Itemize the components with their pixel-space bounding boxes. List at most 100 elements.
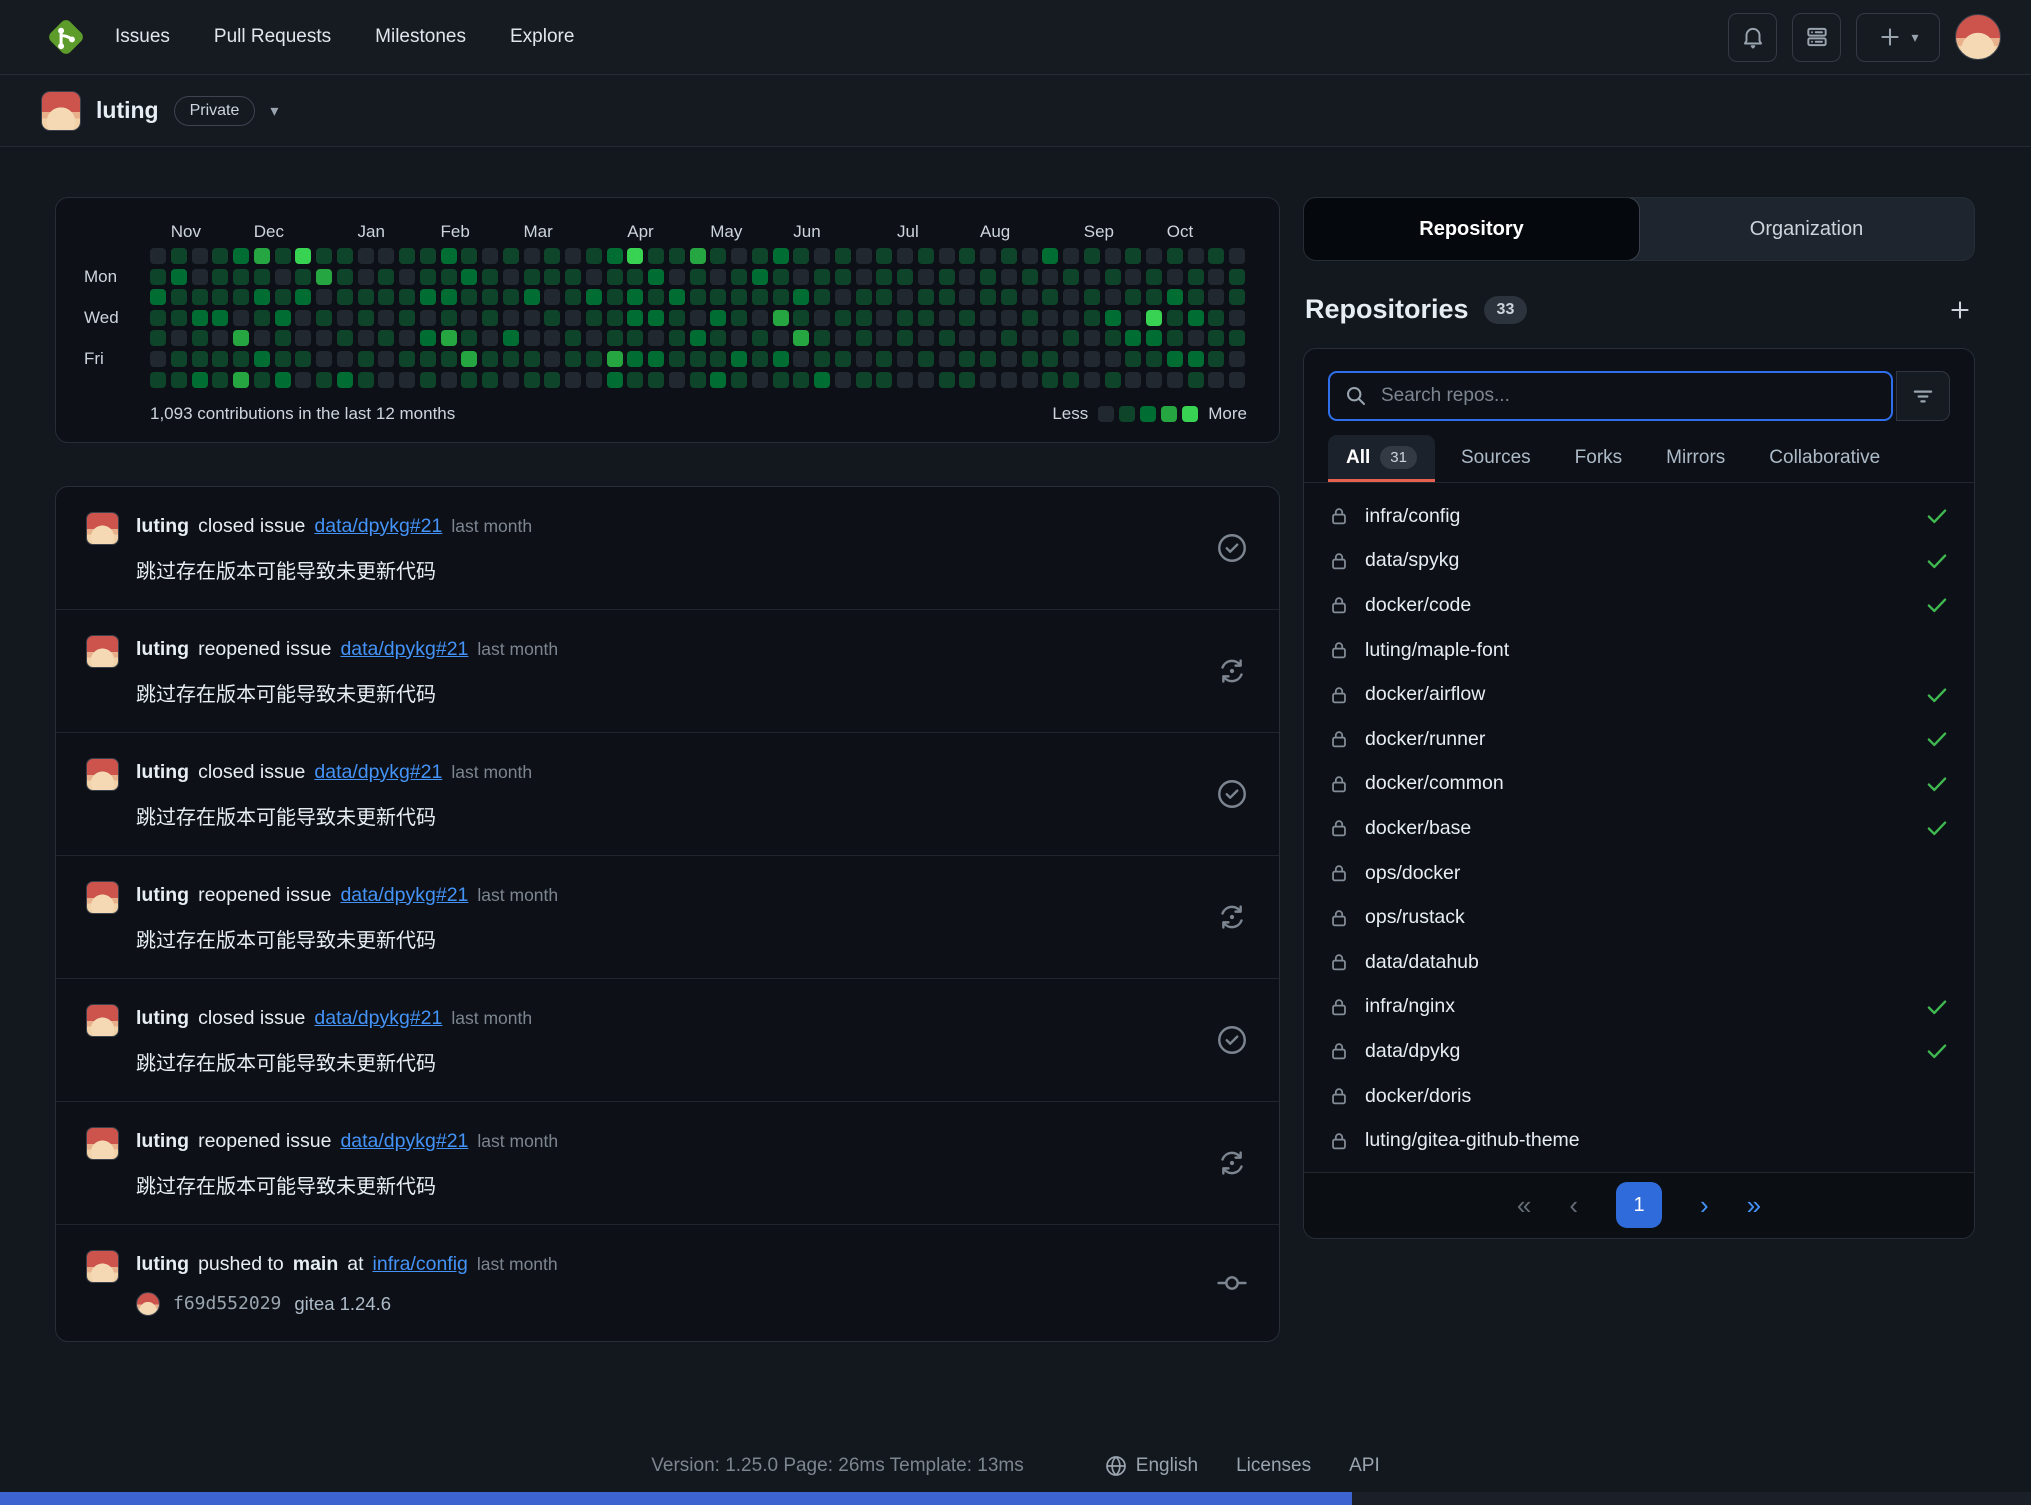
feed-target-link[interactable]: data/dpykg#21 bbox=[314, 761, 442, 784]
repo-list-item[interactable]: docker/runner bbox=[1328, 717, 1950, 762]
heatmap-cell bbox=[253, 350, 270, 367]
gitea-logo-icon[interactable] bbox=[45, 16, 87, 58]
repo-filter-button[interactable] bbox=[1896, 371, 1950, 421]
feed-issue-title[interactable]: 跳过存在版本可能导致未更新代码 bbox=[136, 1170, 1195, 1199]
heatmap-cell bbox=[191, 371, 208, 388]
heatmap-cell bbox=[378, 350, 395, 367]
new-repository-button[interactable] bbox=[1947, 297, 1973, 323]
heatmap-month-label: Jun bbox=[793, 222, 821, 241]
feed-avatar[interactable] bbox=[86, 511, 119, 545]
heatmap-cell bbox=[565, 248, 581, 264]
feed-avatar[interactable] bbox=[86, 757, 119, 791]
feed-issue-title[interactable]: 跳过存在版本可能导致未更新代码 bbox=[136, 801, 1195, 830]
repo-list-item[interactable]: ops/docker bbox=[1328, 851, 1950, 896]
feed-target-link[interactable]: data/dpykg#21 bbox=[314, 515, 442, 538]
repo-name: docker/base bbox=[1365, 816, 1472, 839]
feed-target-link[interactable]: data/dpykg#21 bbox=[340, 1130, 468, 1153]
tab-repository[interactable]: Repository bbox=[1304, 198, 1640, 260]
repo-list-item[interactable]: docker/common bbox=[1328, 762, 1950, 807]
feed-avatar[interactable] bbox=[86, 1003, 119, 1037]
feed-avatar[interactable] bbox=[86, 1126, 119, 1160]
heatmap-cell bbox=[938, 289, 955, 306]
repo-list-item[interactable]: ops/rustack bbox=[1328, 895, 1950, 940]
heatmap-cell bbox=[502, 350, 519, 367]
feed-target-link[interactable]: infra/config bbox=[373, 1253, 468, 1276]
tab-organization[interactable]: Organization bbox=[1639, 198, 1974, 260]
repo-list-item[interactable]: data/dpykg bbox=[1328, 1029, 1950, 1074]
heatmap-cell bbox=[585, 350, 602, 367]
repo-list-item[interactable]: data/datahub bbox=[1328, 940, 1950, 985]
repo-tab-sources[interactable]: Sources bbox=[1443, 436, 1549, 482]
repo-list-item[interactable]: data/spykg bbox=[1328, 539, 1950, 584]
heatmap-cell bbox=[150, 289, 166, 306]
admin-panel-button[interactable] bbox=[1792, 12, 1841, 62]
pagination-current-page[interactable]: 1 bbox=[1616, 1182, 1662, 1229]
feed-target-link[interactable]: data/dpykg#21 bbox=[340, 884, 468, 907]
profile-caret-icon[interactable]: ▾ bbox=[270, 101, 278, 121]
pagination-prev-button[interactable]: ‹ bbox=[1569, 1192, 1578, 1218]
heatmap-cell bbox=[1208, 371, 1225, 388]
footer-api-link[interactable]: API bbox=[1349, 1455, 1380, 1477]
heatmap-cell bbox=[793, 309, 810, 326]
heatmap-cell bbox=[710, 268, 727, 285]
pagination-last-button[interactable]: » bbox=[1747, 1192, 1761, 1218]
search-input[interactable] bbox=[1381, 385, 1877, 407]
repo-list-item[interactable]: docker/code bbox=[1328, 583, 1950, 628]
heatmap-cell bbox=[751, 330, 768, 347]
feed-target-link[interactable]: data/dpykg#21 bbox=[314, 1007, 442, 1030]
heatmap-cell bbox=[1166, 289, 1183, 306]
feed-avatar[interactable] bbox=[86, 880, 119, 914]
repo-list-item[interactable]: luting/maple-font bbox=[1328, 628, 1950, 673]
pagination-next-button[interactable]: › bbox=[1700, 1192, 1709, 1218]
profile-username[interactable]: luting bbox=[96, 97, 159, 124]
repo-tab-forks[interactable]: Forks bbox=[1557, 436, 1641, 482]
feed-issue-title[interactable]: 跳过存在版本可能导致未更新代码 bbox=[136, 555, 1195, 584]
feed-actor-link[interactable]: luting bbox=[136, 1253, 189, 1276]
feed-actor-link[interactable]: luting bbox=[136, 884, 189, 907]
heatmap-cell bbox=[191, 289, 208, 306]
heatmap-cell bbox=[814, 350, 830, 367]
profile-avatar[interactable] bbox=[41, 90, 81, 131]
repo-list-item[interactable]: infra/nginx bbox=[1328, 985, 1950, 1030]
feed-actor-link[interactable]: luting bbox=[136, 761, 189, 784]
feed-issue-title[interactable]: 跳过存在版本可能导致未更新代码 bbox=[136, 1047, 1195, 1076]
create-new-button[interactable]: ▾ bbox=[1856, 12, 1940, 62]
footer-language-selector[interactable]: English bbox=[1104, 1454, 1198, 1478]
repo-list-item[interactable]: docker/airflow bbox=[1328, 672, 1950, 717]
feed-target-link[interactable]: data/dpykg#21 bbox=[340, 638, 468, 661]
feed-item: luting reopened issue data/dpykg#21 last mo… bbox=[56, 856, 1279, 979]
feed-issue-title[interactable]: 跳过存在版本可能导致未更新代码 bbox=[136, 924, 1195, 953]
repo-list-item[interactable]: luting/gitea-github-theme bbox=[1328, 1118, 1950, 1163]
repo-tab-all[interactable]: All 31 bbox=[1328, 435, 1435, 482]
feed-actor-link[interactable]: luting bbox=[136, 638, 189, 661]
nav-link-issues[interactable]: Issues bbox=[115, 26, 170, 48]
nav-link-explore[interactable]: Explore bbox=[510, 26, 574, 48]
heatmap-cell bbox=[1104, 268, 1121, 285]
heatmap-cell bbox=[316, 309, 332, 326]
repo-tab-mirrors[interactable]: Mirrors bbox=[1648, 436, 1743, 482]
repo-tab-collaborative[interactable]: Collaborative bbox=[1751, 436, 1898, 482]
heatmap-cell bbox=[150, 371, 166, 388]
heatmap-cell bbox=[502, 248, 519, 264]
repo-list-item[interactable]: docker/base bbox=[1328, 806, 1950, 851]
pagination-first-button[interactable]: « bbox=[1517, 1192, 1531, 1218]
footer-licenses-link[interactable]: Licenses bbox=[1236, 1455, 1311, 1477]
heatmap-day-label bbox=[84, 289, 140, 305]
feed-avatar[interactable] bbox=[86, 634, 119, 668]
feed-actor-link[interactable]: luting bbox=[136, 1130, 189, 1153]
feed-actor-link[interactable]: luting bbox=[136, 1007, 189, 1030]
heatmap-cell bbox=[399, 248, 415, 264]
nav-link-milestones[interactable]: Milestones bbox=[375, 26, 466, 48]
feed-avatar[interactable] bbox=[86, 1249, 119, 1283]
notifications-button[interactable] bbox=[1728, 12, 1777, 62]
feed-issue-title[interactable]: 跳过存在版本可能导致未更新代码 bbox=[136, 678, 1195, 707]
heatmap-cell bbox=[855, 289, 872, 306]
user-avatar[interactable] bbox=[1955, 14, 2001, 60]
repo-list-item[interactable]: infra/config bbox=[1328, 494, 1950, 539]
commit-hash-link[interactable]: f69d552029 bbox=[173, 1293, 281, 1314]
feed-actor-link[interactable]: luting bbox=[136, 515, 189, 538]
heatmap-cell bbox=[731, 330, 747, 347]
repo-list-item[interactable]: docker/doris bbox=[1328, 1074, 1950, 1119]
nav-link-pull-requests[interactable]: Pull Requests bbox=[214, 26, 331, 48]
lock-icon bbox=[1328, 1040, 1350, 1062]
